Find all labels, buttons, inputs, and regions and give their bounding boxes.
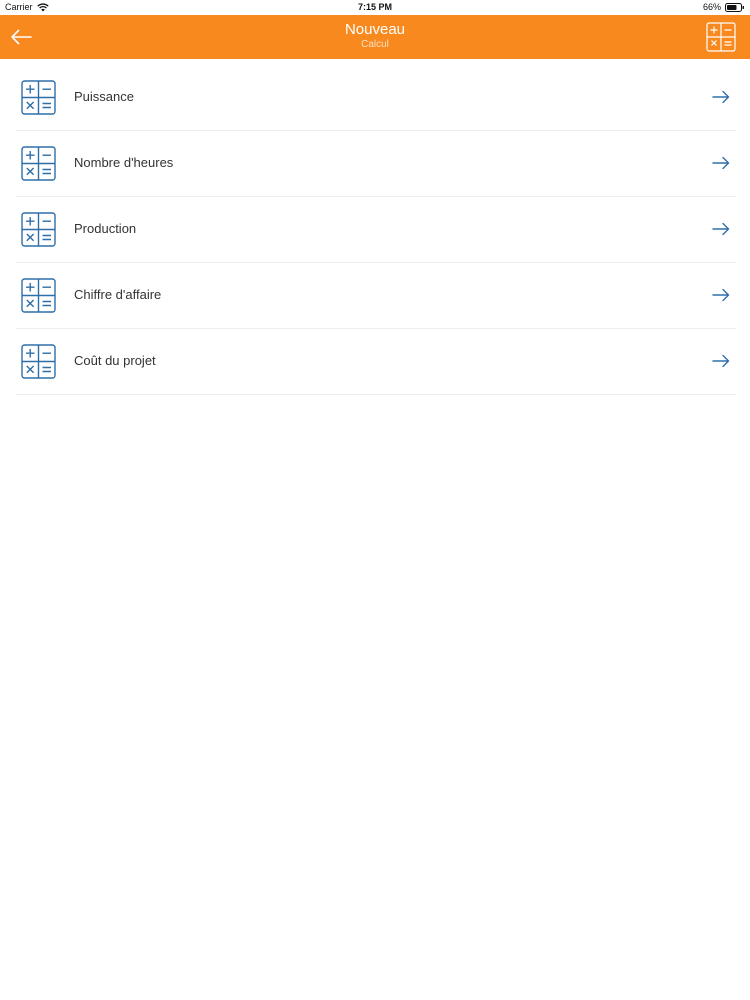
status-bar: Carrier 7:15 PM 66% bbox=[0, 0, 750, 15]
calculator-icon bbox=[21, 146, 56, 181]
list-item-chiffre-affaire[interactable]: Chiffre d'affaire bbox=[16, 263, 736, 329]
page-subtitle: Calcul bbox=[361, 39, 389, 50]
list-item-production[interactable]: Production bbox=[16, 197, 736, 263]
calculator-button[interactable] bbox=[706, 22, 736, 52]
calculator-icon bbox=[21, 80, 56, 115]
arrow-right-icon bbox=[712, 288, 730, 302]
battery-icon bbox=[725, 2, 745, 12]
list-item-label: Coût du projet bbox=[74, 353, 156, 368]
arrow-right-icon bbox=[712, 222, 730, 236]
status-right: 66% bbox=[703, 2, 745, 12]
calculation-list: Puissance Nombre d'heures Production Chi… bbox=[16, 65, 736, 395]
calculator-icon bbox=[21, 278, 56, 313]
arrow-right-icon bbox=[712, 156, 730, 170]
arrow-right-icon bbox=[712, 354, 730, 368]
battery-percent: 66% bbox=[702, 2, 721, 12]
page-title: Nouveau bbox=[344, 21, 406, 38]
calculator-icon bbox=[706, 22, 736, 52]
nav-titles: Nouveau Calcul bbox=[0, 21, 750, 51]
list-item-label: Production bbox=[74, 221, 137, 236]
arrow-right-icon bbox=[712, 90, 730, 104]
status-time: 7:15 PM bbox=[357, 2, 392, 12]
list-item-nombre-heures[interactable]: Nombre d'heures bbox=[16, 131, 736, 197]
list-item-cout-projet[interactable]: Coût du projet bbox=[16, 329, 736, 395]
nav-bar: Nouveau Calcul bbox=[0, 15, 750, 59]
calculator-icon bbox=[21, 212, 56, 247]
list-item-puissance[interactable]: Puissance bbox=[16, 65, 736, 131]
list-item-label: Nombre d'heures bbox=[74, 155, 174, 170]
calculator-icon bbox=[21, 344, 56, 379]
list-item-label: Puissance bbox=[74, 89, 134, 104]
list-item-label: Chiffre d'affaire bbox=[74, 287, 162, 302]
